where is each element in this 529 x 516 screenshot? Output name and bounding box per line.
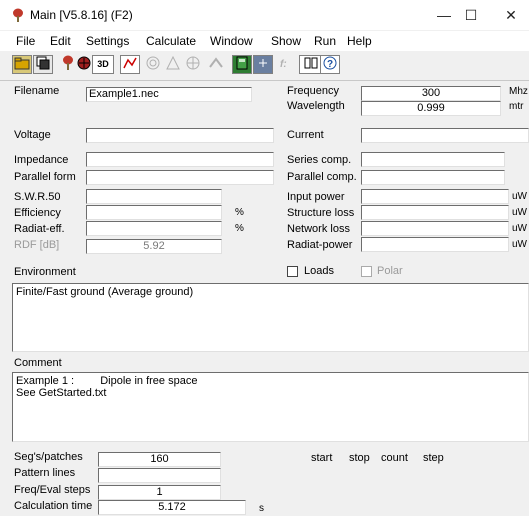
function-icon[interactable]: f: [274, 55, 294, 74]
segs-label: Seg's/patches [14, 451, 83, 463]
geometry-icon[interactable] [74, 55, 94, 74]
open-folder-icon[interactable] [12, 55, 32, 74]
menu-help[interactable]: Help [347, 34, 372, 48]
comment-textbox[interactable]: Example 1 : Dipole in free space See Get… [12, 372, 529, 442]
calculator-icon[interactable] [232, 55, 252, 74]
structure-loss-field[interactable] [361, 205, 509, 220]
app-icon [13, 8, 23, 22]
toolbar: 3D f: ? [6, 52, 526, 78]
current-label: Current [287, 129, 324, 141]
globe-icon[interactable] [183, 55, 203, 74]
view-3d-icon[interactable]: 3D [92, 55, 114, 74]
radiat-power-field[interactable] [361, 237, 509, 252]
menu-settings[interactable]: Settings [86, 34, 129, 48]
title-bar: Main [V5.8.16] (F2) — ☐ ✕ [0, 0, 529, 30]
pattern-plot-icon[interactable] [120, 55, 140, 74]
network-loss-unit: uW [512, 223, 527, 234]
swr-label: S.W.R.50 [14, 191, 61, 203]
environment-label: Environment [14, 266, 76, 278]
comment-label: Comment [14, 357, 62, 369]
efficiency-label: Efficiency [14, 207, 61, 219]
freq-steps-label: Freq/Eval steps [14, 484, 91, 496]
frequency-unit: Mhz [509, 86, 528, 97]
structure-loss-label: Structure loss [287, 207, 355, 219]
svg-text:f:: f: [280, 59, 287, 70]
environment-text: Finite/Fast ground (Average ground) [16, 286, 194, 298]
menu-file[interactable]: File [16, 34, 35, 48]
efficiency-unit: % [235, 207, 244, 218]
window-title: Main [V5.8.16] (F2) [30, 8, 133, 22]
current-field[interactable] [361, 128, 529, 143]
optimizer-icon[interactable] [206, 55, 226, 74]
filename-label: Filename [14, 85, 60, 97]
loads-checkbox[interactable] [287, 266, 298, 277]
wavelength-field: 0.999 [361, 101, 501, 116]
series-comp-field[interactable] [361, 152, 505, 167]
parallel-comp-field[interactable] [361, 170, 505, 185]
rdf-label: RDF [dB] [14, 239, 60, 251]
segs-field: 160 [98, 452, 221, 467]
parallel-form-label: Parallel form [14, 171, 76, 183]
input-power-field[interactable] [361, 189, 509, 204]
radiat-power-unit: uW [512, 239, 527, 250]
menu-edit[interactable]: Edit [50, 34, 71, 48]
loads-label: Loads [304, 265, 334, 277]
menu-bar: File Edit Settings Calculate Window Show… [0, 31, 529, 51]
pattern-lines-field [98, 468, 221, 483]
comment-line-1b: Dipole in free space [100, 375, 198, 387]
help-icon[interactable]: ? [320, 55, 340, 74]
input-power-label: Input power [287, 191, 345, 203]
radiat-eff-field[interactable] [86, 221, 222, 236]
smith-chart-icon[interactable] [143, 55, 163, 74]
count-label: count [381, 452, 408, 464]
menu-run[interactable]: Run [314, 34, 336, 48]
structure-loss-unit: uW [512, 207, 527, 218]
polar-checkbox[interactable] [361, 266, 372, 277]
menu-calculate[interactable]: Calculate [146, 34, 196, 48]
network-icon[interactable] [253, 55, 273, 74]
pattern-lines-label: Pattern lines [14, 467, 76, 479]
environment-textbox[interactable]: Finite/Fast ground (Average ground) [12, 283, 529, 352]
freq-steps-field: 1 [98, 485, 221, 500]
comment-line-1a: Example 1 : [16, 375, 75, 387]
menu-show[interactable]: Show [271, 34, 301, 48]
near-field-icon[interactable] [163, 55, 183, 74]
menu-window[interactable]: Window [210, 34, 253, 48]
radiat-eff-label: Radiat-eff. [14, 223, 65, 235]
step-label: step [423, 452, 444, 464]
network-loss-label: Network loss [287, 223, 350, 235]
calc-time-unit: s [259, 503, 264, 514]
input-power-unit: uW [512, 191, 527, 202]
wavelength-unit: mtr [509, 101, 524, 112]
frequency-field[interactable]: 300 [361, 86, 501, 101]
voltage-field[interactable] [86, 128, 274, 143]
impedance-label: Impedance [14, 154, 69, 166]
comment-line-2: See GetStarted.txt [16, 387, 107, 399]
swr-field[interactable] [86, 189, 222, 204]
start-label: start [311, 452, 333, 464]
calc-time-label: Calculation time [14, 500, 93, 512]
stop-label: stop [349, 452, 370, 464]
radiat-eff-unit: % [235, 223, 244, 234]
calc-time-field: 5.172 [98, 500, 246, 515]
rdf-field: 5.92 [86, 239, 222, 254]
network-loss-field[interactable] [361, 221, 509, 236]
parallel-comp-label: Parallel comp. [287, 171, 357, 183]
polar-label: Polar [377, 265, 403, 277]
series-comp-label: Series comp. [287, 154, 352, 166]
copy-icon[interactable] [33, 55, 53, 74]
efficiency-field[interactable] [86, 205, 222, 220]
radiat-power-label: Radiat-power [287, 239, 353, 251]
parallel-form-field[interactable] [86, 170, 274, 185]
close-button[interactable]: ✕ [491, 0, 529, 30]
svg-text:?: ? [327, 59, 333, 70]
impedance-field[interactable] [86, 152, 274, 167]
maximize-button[interactable]: ☐ [451, 0, 491, 30]
wavelength-label: Wavelength [287, 100, 345, 112]
frequency-label: Frequency [287, 85, 339, 97]
voltage-label: Voltage [14, 129, 51, 141]
filename-field[interactable]: Example1.nec [86, 87, 252, 102]
toolbar-divider [0, 80, 529, 81]
